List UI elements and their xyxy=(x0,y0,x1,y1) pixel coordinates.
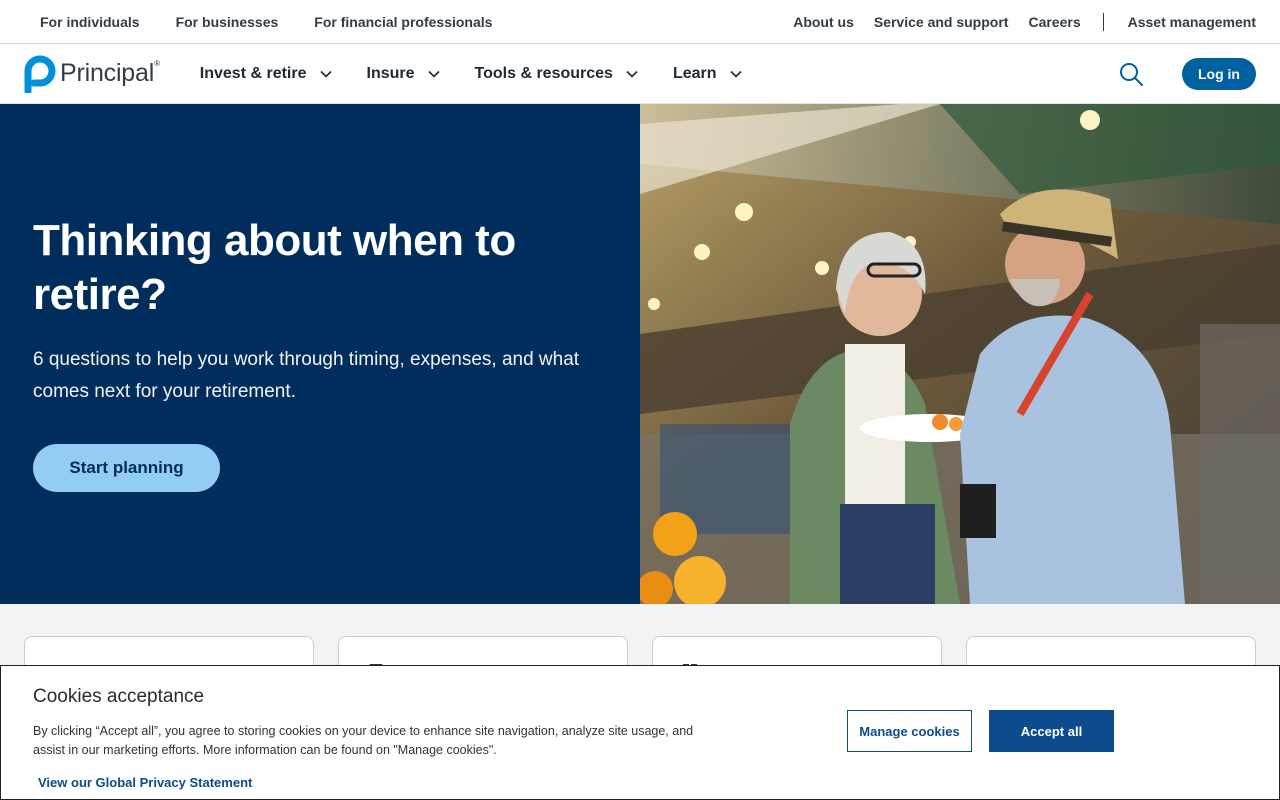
start-planning-button[interactable]: Start planning xyxy=(33,444,220,492)
chevron-down-icon xyxy=(729,70,742,78)
link-service-and-support[interactable]: Service and support xyxy=(874,14,1009,30)
link-careers[interactable]: Careers xyxy=(1028,14,1080,30)
chevron-down-icon xyxy=(626,70,638,78)
nav-actions: Log in xyxy=(1118,57,1256,90)
utility-bar: For individuals For businesses For finan… xyxy=(0,0,1280,44)
cookie-banner: Cookies acceptance By clicking “Accept a… xyxy=(0,665,1280,800)
nav-learn[interactable]: Learn xyxy=(673,65,743,83)
principal-logo-icon xyxy=(24,55,56,93)
utility-divider xyxy=(1102,12,1104,31)
audience-links: For individuals For businesses For finan… xyxy=(40,14,528,30)
login-button[interactable]: Log in xyxy=(1182,57,1256,90)
corporate-links: About us Service and support Careers Ass… xyxy=(773,12,1256,31)
hero-title: Thinking about when to retire? xyxy=(33,216,516,319)
hero-subtitle: 6 questions to help you work through tim… xyxy=(33,349,580,402)
nav-tools-and-resources[interactable]: Tools & resources xyxy=(475,65,639,83)
link-for-financial-professionals[interactable]: For financial professionals xyxy=(314,14,492,30)
nav-label: Insure xyxy=(366,64,415,82)
privacy-statement-link[interactable]: View our Global Privacy Statement xyxy=(38,775,252,790)
hero-section: Thinking about when to retire? 6 questio… xyxy=(0,104,1280,604)
hero-content: Thinking about when to retire? 6 questio… xyxy=(0,104,640,604)
link-about-us[interactable]: About us xyxy=(793,14,854,30)
search-icon[interactable] xyxy=(1118,61,1144,87)
chevron-down-icon xyxy=(319,70,332,78)
cookie-description: By clicking “Accept all”, you agree to s… xyxy=(33,724,694,757)
accept-all-button[interactable]: Accept all xyxy=(989,710,1114,752)
cookie-title: Cookies acceptance xyxy=(33,686,205,707)
manage-cookies-button[interactable]: Manage cookies xyxy=(847,710,972,752)
link-asset-management[interactable]: Asset management xyxy=(1128,14,1256,30)
principal-logo[interactable]: Principal® xyxy=(24,55,160,93)
nav-insure[interactable]: Insure xyxy=(367,65,441,83)
link-for-businesses[interactable]: For businesses xyxy=(176,14,279,30)
chevron-down-icon xyxy=(427,70,440,78)
cookie-actions: Manage cookies Accept all xyxy=(847,710,1114,752)
market-couple-photo xyxy=(640,104,1280,604)
nav-label: Invest & retire xyxy=(199,64,307,82)
link-for-individuals[interactable]: For individuals xyxy=(40,14,140,30)
hero-image xyxy=(640,104,1280,604)
nav-invest-and-retire[interactable]: Invest & retire xyxy=(200,65,333,83)
logo-wordmark: Principal® xyxy=(60,59,160,87)
main-navigation: Principal® Invest & retire Insure Tools … xyxy=(0,44,1280,104)
nav-label: Learn xyxy=(672,64,717,82)
nav-label: Tools & resources xyxy=(474,64,613,82)
